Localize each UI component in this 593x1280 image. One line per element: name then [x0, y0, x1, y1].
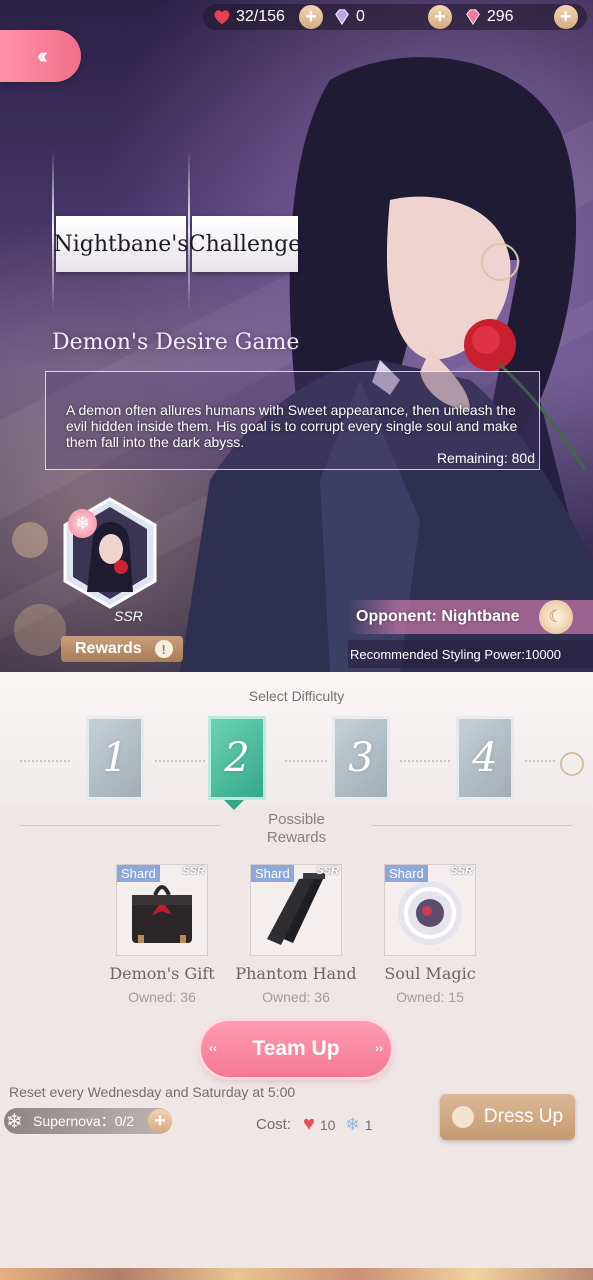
- divider: [20, 760, 70, 763]
- difficulty-3[interactable]: 3: [332, 716, 390, 800]
- selected-difficulty-pointer: [224, 800, 244, 810]
- diamond-value: 0: [355, 8, 365, 25]
- reward-item[interactable]: Shard SSR Soul Magic Owned: 15: [365, 864, 495, 1005]
- reset-schedule: Reset every Wednesday and Saturday at 5:…: [9, 1084, 296, 1100]
- reward-thumbnail: Shard SSR: [116, 864, 208, 956]
- add-stamina-button[interactable]: +: [298, 5, 323, 29]
- double-chevron-left-icon: ‹‹: [37, 43, 47, 68]
- rarity-tag: SSR: [450, 865, 473, 877]
- supernova-counter: ❄ Supernova：0/2 +: [4, 1108, 172, 1134]
- stamina-counter: 32/156: [203, 4, 285, 30]
- crystal-value: 296: [486, 8, 514, 25]
- cost-display: Cost: ♥ 10 ❄ 1: [256, 1113, 373, 1136]
- possible-rewards-title: Possible Rewards: [0, 811, 593, 847]
- reward-name: Soul Magic: [384, 964, 476, 983]
- rewards-label: Rewards: [75, 640, 142, 657]
- pink-diamond-icon: [465, 9, 480, 26]
- snowflake-badge-icon: ❄: [68, 509, 97, 538]
- reward-name: Demon's Gift: [109, 964, 215, 983]
- reward-owned: Owned: 36: [262, 989, 330, 1005]
- team-up-label: Team Up: [252, 1037, 340, 1060]
- divider: [525, 760, 555, 763]
- title-part-1: Nightbane's: [53, 216, 189, 272]
- title-part-2: Challenge: [189, 216, 301, 272]
- shard-tag: Shard: [385, 865, 428, 882]
- select-difficulty-label: Select Difficulty: [248, 688, 345, 704]
- description-box: A demon often allures humans with Sweet …: [45, 371, 540, 470]
- difficulty-1[interactable]: 1: [86, 716, 144, 800]
- back-button[interactable]: ‹‹: [0, 30, 81, 82]
- chevron-left-icon: ‹‹: [209, 1041, 217, 1055]
- divider: [155, 760, 205, 763]
- difficulty-3-number: 3: [348, 735, 374, 781]
- possible-rewards-text: Possible Rewards: [266, 811, 327, 846]
- add-crystal-button[interactable]: +: [553, 5, 578, 29]
- reward-item[interactable]: Shard SSR Phantom Hand Owned: 36: [231, 864, 361, 1005]
- snowflake-icon: ❄: [345, 1114, 360, 1134]
- team-up-button[interactable]: ‹‹ Team Up ››: [201, 1021, 391, 1077]
- shard-tag: Shard: [117, 865, 160, 882]
- decoration-icon: [560, 752, 584, 776]
- stamina-value: 32/156: [236, 8, 285, 25]
- cost-label: Cost:: [256, 1116, 292, 1133]
- currency-bar: 32/156 + 0 + 296 +: [203, 4, 587, 30]
- heart-icon: ♥: [303, 1113, 315, 1135]
- heart-icon: [214, 10, 230, 25]
- difficulty-section: Select Difficulty 1 2 3 4: [0, 672, 593, 807]
- hero-banner: 32/156 + 0 + 296 + ‹‹ Nightbane's Challe…: [0, 0, 593, 672]
- challenge-panel: Select Difficulty 1 2 3 4 Possible Rewar…: [0, 672, 593, 1280]
- difficulty-4-number: 4: [472, 735, 498, 781]
- reward-owned: Owned: 36: [128, 989, 196, 1005]
- cost-supernova: 1: [364, 1116, 373, 1133]
- difficulty-2[interactable]: 2: [208, 716, 266, 800]
- bottom-decoration: [0, 1268, 593, 1280]
- difficulty-4[interactable]: 4: [456, 716, 514, 800]
- difficulty-2-number: 2: [224, 735, 250, 781]
- recommended-power: Recommended Styling Power:10000: [348, 640, 593, 668]
- cost-hearts: 10: [319, 1116, 336, 1133]
- divider: [285, 760, 327, 763]
- chevron-right-icon: ››: [375, 1041, 383, 1055]
- title-decoration: [52, 150, 54, 310]
- rarity-tag: SSR: [316, 865, 339, 877]
- snowflake-icon: ❄: [6, 1111, 23, 1133]
- supernova-label: Supernova：0/2: [33, 1113, 135, 1129]
- reward-name: Phantom Hand: [235, 964, 357, 983]
- reward-thumbnail: Shard SSR: [384, 864, 476, 956]
- rarity-tag: SSR: [182, 865, 205, 877]
- reward-thumbnail: Shard SSR: [250, 864, 342, 956]
- event-subtitle: Demon's Desire Game: [52, 330, 300, 355]
- opponent-label: Opponent: Nightbane: [356, 608, 520, 625]
- diamond-counter: 0: [323, 4, 365, 30]
- description-text: A demon often allures humans with Sweet …: [66, 402, 518, 450]
- diamond-icon: [335, 9, 349, 26]
- reward-owned: Owned: 15: [396, 989, 464, 1005]
- rewards-button[interactable]: Rewards !: [61, 636, 183, 662]
- moon-icon[interactable]: ☾: [539, 600, 573, 634]
- dress-up-button[interactable]: Dress Up: [440, 1094, 575, 1140]
- dress-up-label: Dress Up: [483, 1106, 564, 1127]
- add-person-icon: [451, 1106, 474, 1128]
- info-icon: !: [154, 640, 173, 658]
- add-diamond-button[interactable]: +: [427, 5, 452, 29]
- divider: [400, 760, 450, 763]
- crystal-counter: 296: [452, 4, 514, 30]
- add-supernova-button[interactable]: +: [148, 1109, 172, 1133]
- title-decoration: [188, 150, 190, 310]
- remaining-time: Remaining: 80d: [436, 450, 535, 466]
- difficulty-1-number: 1: [102, 735, 128, 781]
- reward-item[interactable]: Shard SSR Demon's Gift Owned: 36: [97, 864, 227, 1005]
- shard-tag: Shard: [251, 865, 294, 882]
- portrait-rarity: SSR: [114, 608, 143, 624]
